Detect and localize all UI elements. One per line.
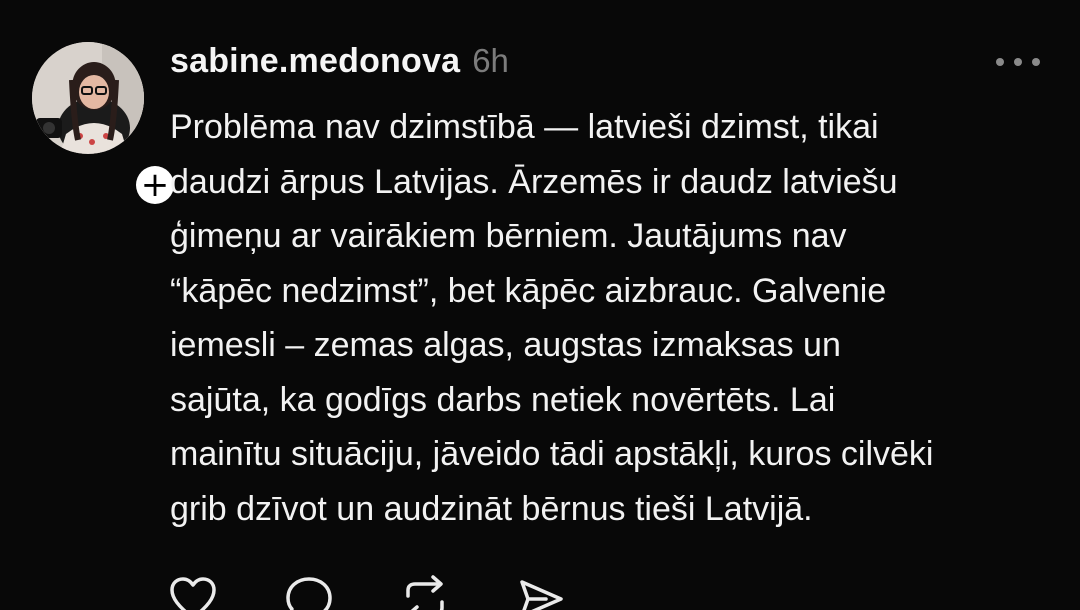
username[interactable]: sabine.medonova <box>170 42 460 81</box>
post-text: Problēma nav dzimstībā — latvieši dzimst… <box>170 108 934 528</box>
more-options-icon[interactable] <box>996 42 1040 82</box>
dot <box>1014 58 1022 66</box>
plus-icon: + <box>136 166 174 204</box>
thread-post: + sabine.medonova 6h Problēma nav dzimst… <box>0 0 1080 610</box>
repost-icon[interactable] <box>400 574 450 610</box>
send-icon[interactable] <box>516 574 566 610</box>
post-header: sabine.medonova 6h <box>170 42 509 86</box>
heart-icon[interactable] <box>168 574 218 610</box>
avatar[interactable] <box>32 42 144 154</box>
dot <box>1032 58 1040 66</box>
comment-icon[interactable] <box>284 574 334 610</box>
dot <box>996 58 1004 66</box>
avatar-container[interactable]: + <box>32 42 178 208</box>
post-actions <box>168 574 566 610</box>
post-time: 6h <box>472 42 509 79</box>
